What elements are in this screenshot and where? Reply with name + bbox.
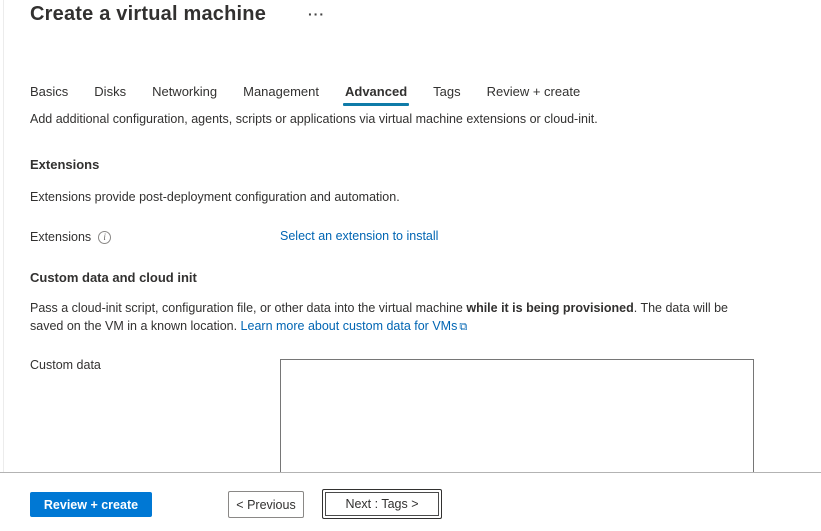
tab-management[interactable]: Management <box>243 84 319 106</box>
custom-data-desc-text: Pass a cloud-init script, configuration … <box>30 301 466 315</box>
learn-more-link[interactable]: Learn more about custom data for VMs <box>241 319 458 333</box>
custom-data-textarea[interactable] <box>280 359 754 472</box>
extensions-field-row: Extensions i Select an extension to inst… <box>30 230 753 244</box>
next-tags-button[interactable]: Next : Tags > <box>322 489 442 519</box>
previous-button[interactable]: < Previous <box>228 491 304 518</box>
tab-review-create[interactable]: Review + create <box>487 84 581 106</box>
custom-data-field-label: Custom data <box>30 358 101 372</box>
info-icon[interactable]: i <box>98 231 111 244</box>
review-create-button[interactable]: Review + create <box>30 492 152 517</box>
external-link-icon: ⧉ <box>459 321 467 333</box>
tab-tags[interactable]: Tags <box>433 84 460 106</box>
custom-data-desc-bold: while it is being provisioned <box>466 301 633 315</box>
panel-left-border <box>3 0 4 472</box>
extensions-field-label: Extensions <box>30 230 91 244</box>
page-title: Create a virtual machine <box>30 3 266 26</box>
tab-disks[interactable]: Disks <box>94 84 126 106</box>
select-extension-link[interactable]: Select an extension to install <box>280 229 438 243</box>
custom-data-section-description: Pass a cloud-init script, configuration … <box>30 299 744 336</box>
more-options-icon[interactable]: ··· <box>308 6 325 22</box>
wizard-tabs: Basics Disks Networking Management Advan… <box>30 84 580 106</box>
custom-data-textarea-wrapper <box>280 359 754 472</box>
tab-networking[interactable]: Networking <box>152 84 217 106</box>
tab-basics[interactable]: Basics <box>30 84 68 106</box>
custom-data-field-row: Custom data <box>30 356 101 374</box>
extensions-section-description: Extensions provide post-deployment confi… <box>30 190 400 204</box>
extensions-section-heading: Extensions <box>30 157 99 172</box>
tab-advanced[interactable]: Advanced <box>345 84 407 106</box>
tab-description: Add additional configuration, agents, sc… <box>30 112 750 126</box>
custom-data-section-heading: Custom data and cloud init <box>30 270 197 285</box>
footer-bar: Review + create < Previous Next : Tags > <box>0 473 821 531</box>
